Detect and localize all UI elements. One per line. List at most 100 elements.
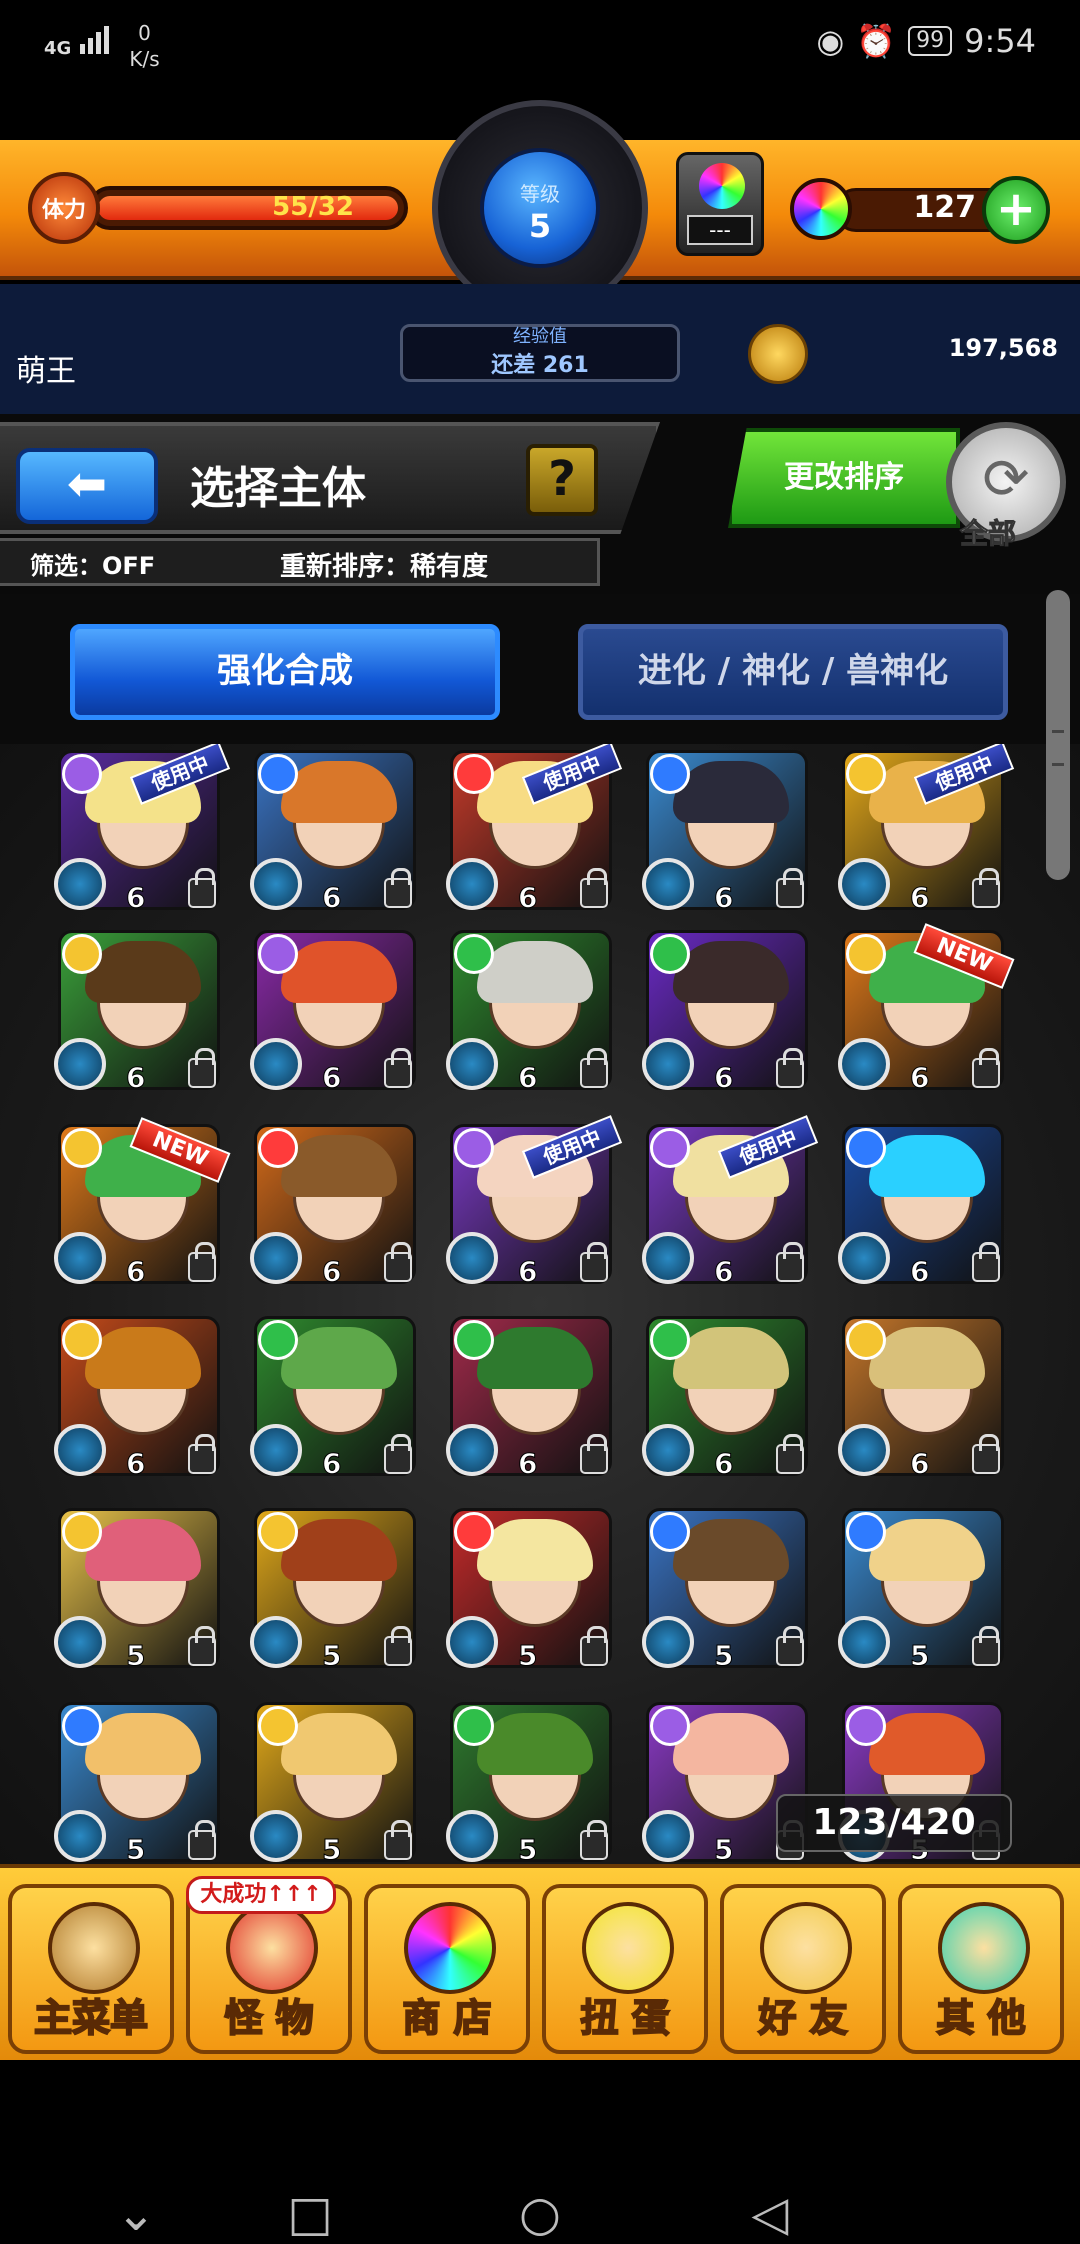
menu-other-button[interactable]: 其 他 bbox=[898, 1884, 1064, 2054]
scrollbar[interactable] bbox=[1046, 590, 1070, 880]
monster-hair bbox=[673, 941, 789, 1003]
monster-card[interactable]: 6 bbox=[446, 1316, 612, 1481]
orb-count: 127 bbox=[913, 190, 976, 225]
luck-slot-icon bbox=[642, 858, 694, 910]
network-speed: 0 K/s bbox=[129, 20, 159, 72]
rarity-number: 6 bbox=[909, 881, 930, 915]
nav-home-button[interactable]: ○ bbox=[510, 2184, 570, 2244]
buy-orbs-button[interactable]: + bbox=[982, 176, 1050, 244]
monster-card[interactable]: 6 使用中 bbox=[642, 1115, 819, 1289]
monster-hair bbox=[281, 761, 397, 823]
nav-collapse-button[interactable]: ⌄ bbox=[106, 2184, 166, 2244]
monster-card[interactable]: 6 NEW bbox=[54, 1117, 231, 1289]
monster-card[interactable]: 5 bbox=[838, 1508, 1004, 1673]
gold-count: 197,568 bbox=[948, 334, 1058, 362]
monster-hair bbox=[281, 1135, 397, 1197]
element-icon bbox=[846, 754, 886, 794]
lock-icon bbox=[580, 1434, 608, 1474]
monster-hair bbox=[281, 1519, 397, 1581]
egg-icon bbox=[582, 1902, 674, 1994]
monster-card[interactable]: 5 bbox=[642, 1508, 808, 1673]
rarity-number: 5 bbox=[713, 1639, 734, 1673]
monster-card[interactable]: 5 bbox=[446, 1702, 612, 1864]
monster-card[interactable]: 6 bbox=[642, 1316, 808, 1481]
luck-slot-icon bbox=[54, 1616, 106, 1668]
element-icon bbox=[846, 1512, 886, 1552]
luck-slot-icon bbox=[446, 1810, 498, 1862]
menu-friends-button[interactable]: 好 友 bbox=[720, 1884, 886, 2054]
lock-icon bbox=[384, 1820, 412, 1860]
element-icon bbox=[62, 1128, 102, 1168]
monster-card[interactable]: 6 bbox=[54, 1316, 220, 1481]
luck-slot-icon bbox=[54, 858, 106, 910]
signal-bars-icon bbox=[80, 20, 110, 54]
luck-slot-icon bbox=[54, 1424, 106, 1476]
luck-slot-icon bbox=[250, 1038, 302, 1090]
box-counter: 123/420 bbox=[776, 1794, 1012, 1852]
gold-coin-icon bbox=[748, 324, 808, 384]
monster-card[interactable]: 6 bbox=[250, 930, 416, 1095]
monster-card[interactable]: 6 bbox=[250, 1124, 416, 1289]
nav-recents-button[interactable]: □ bbox=[280, 2184, 340, 2244]
monster-card[interactable]: 6 使用中 bbox=[838, 744, 1015, 915]
monster-hair bbox=[673, 761, 789, 823]
filter-toggle[interactable]: 筛选：OFF bbox=[30, 546, 155, 581]
stamina-icon: 体力 bbox=[28, 172, 100, 244]
monster-hair bbox=[281, 1327, 397, 1389]
level-orb: 等级 5 bbox=[480, 148, 600, 268]
monster-card[interactable]: 5 bbox=[54, 1702, 220, 1864]
rarity-number: 6 bbox=[713, 1061, 734, 1095]
scrollbar-grip[interactable] bbox=[1052, 730, 1064, 766]
monster-card[interactable]: 5 bbox=[54, 1508, 220, 1673]
rarity-number: 6 bbox=[125, 881, 146, 915]
monster-card[interactable]: 5 bbox=[446, 1508, 612, 1673]
rarity-number: 5 bbox=[713, 1833, 734, 1865]
menu-gacha-button[interactable]: 扭 蛋 bbox=[542, 1884, 708, 2054]
rarity-number: 6 bbox=[125, 1447, 146, 1481]
rarity-number: 6 bbox=[321, 1447, 342, 1481]
element-icon bbox=[258, 1512, 298, 1552]
help-button[interactable]: ? bbox=[526, 444, 598, 516]
great-success-badge: 大成功↑↑↑ bbox=[186, 1876, 336, 1914]
luck-slot-icon bbox=[250, 858, 302, 910]
monster-card[interactable]: 6 使用中 bbox=[446, 744, 623, 915]
monster-card[interactable]: 5 bbox=[250, 1702, 416, 1864]
tab-evolution[interactable]: 进化 / 神化 / 兽神化 bbox=[578, 624, 1008, 720]
sort-setting[interactable]: 重新排序：稀有度 bbox=[280, 546, 488, 583]
monster-grid[interactable]: 6 使用中 6 6 使用中 6 6 使用中 6 6 6 6 6 NEW 6 NEW 6 6 使用中 6 使用中 6 6 6 6 6… bbox=[0, 744, 1080, 1864]
monster-card[interactable]: 5 bbox=[250, 1508, 416, 1673]
menu-shop-button[interactable]: 商 店 bbox=[364, 1884, 530, 2054]
monster-card[interactable]: 6 bbox=[250, 750, 416, 915]
lock-icon bbox=[776, 1434, 804, 1474]
rarity-number: 6 bbox=[517, 881, 538, 915]
monster-card[interactable]: 6 bbox=[838, 1124, 1004, 1289]
monster-card[interactable]: 6 bbox=[250, 1316, 416, 1481]
level-label: 等级 bbox=[520, 182, 560, 206]
monster-card[interactable]: 6 使用中 bbox=[446, 1115, 623, 1289]
monster-card[interactable]: 6 使用中 bbox=[54, 744, 231, 915]
menu-main-button[interactable]: 主菜单 bbox=[8, 1884, 174, 2054]
nav-back-button[interactable]: ◁ bbox=[740, 2184, 800, 2244]
tab-power-up[interactable]: 强化合成 bbox=[70, 624, 500, 720]
monster-card[interactable]: 6 bbox=[642, 930, 808, 1095]
lock-icon bbox=[776, 1048, 804, 1088]
lock-icon bbox=[188, 1434, 216, 1474]
luck-slot-icon bbox=[838, 858, 890, 910]
monster-card[interactable]: 6 bbox=[642, 750, 808, 915]
alarm-icon: ⏰ bbox=[856, 22, 897, 60]
back-button[interactable]: ⬅ bbox=[16, 448, 158, 524]
rarity-number: 5 bbox=[125, 1639, 146, 1673]
monster-card[interactable]: 6 bbox=[838, 1316, 1004, 1481]
lock-icon bbox=[776, 1626, 804, 1666]
lock-icon bbox=[188, 1048, 216, 1088]
monster-card[interactable]: 6 NEW bbox=[838, 923, 1015, 1095]
element-icon bbox=[454, 1706, 494, 1746]
monster-card[interactable]: 6 bbox=[54, 930, 220, 1095]
orb-stock-icon[interactable]: --- bbox=[676, 152, 764, 256]
element-icon bbox=[258, 1706, 298, 1746]
monster-card[interactable]: 6 bbox=[446, 930, 612, 1095]
lock-icon bbox=[384, 1626, 412, 1666]
change-sort-button[interactable]: 更改排序 bbox=[728, 428, 960, 528]
stamina-bar: 55/32 bbox=[88, 186, 408, 230]
element-icon bbox=[454, 754, 494, 794]
